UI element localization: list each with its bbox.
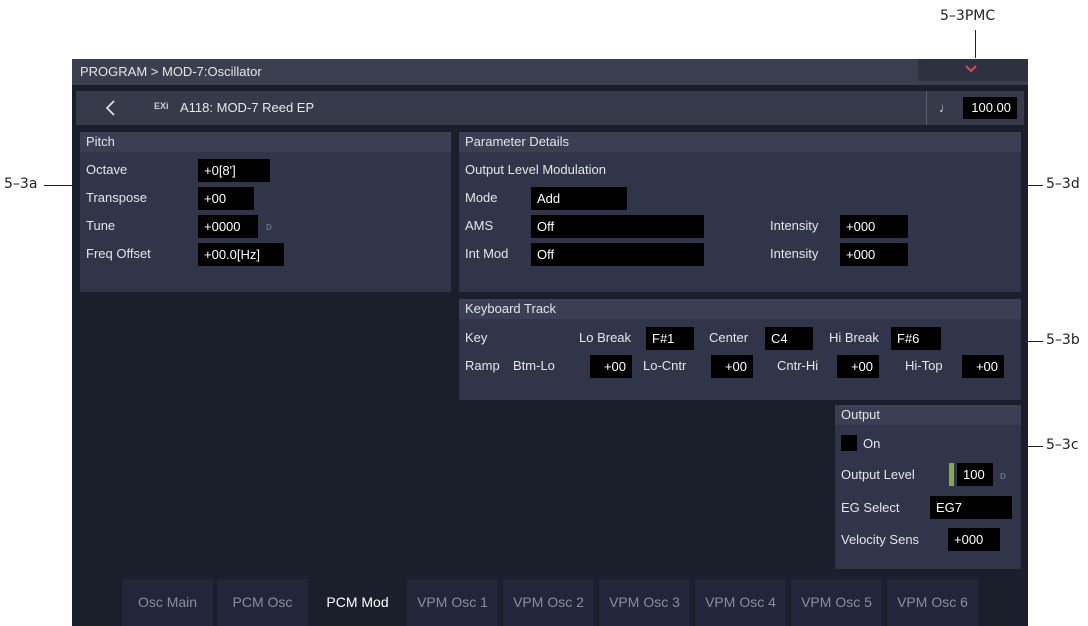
int-mod-intensity-label: Intensity — [770, 246, 819, 261]
octave-value[interactable]: +0[8'] — [198, 159, 270, 182]
eg-select-label: EG Select — [841, 500, 900, 515]
chevron-down-icon — [965, 65, 977, 73]
program-name[interactable]: A118: MOD-7 Reed EP — [180, 100, 314, 115]
mode-label: Mode — [465, 190, 498, 205]
tune-d-marker: D — [266, 223, 272, 232]
int-mod-label: Int Mod — [465, 246, 509, 261]
program-select-bar[interactable]: EXi A118: MOD-7 Reed EP ♩ 100.00 — [76, 91, 1024, 125]
pitch-panel: Pitch Octave +0[8'] Transpose +00 Tune +… — [80, 132, 451, 292]
ams-intensity-value[interactable]: +000 — [840, 215, 908, 238]
btm-lo-value[interactable]: +00 — [590, 355, 632, 378]
pitch-header: Pitch — [80, 132, 451, 152]
center-label: Center — [709, 330, 749, 345]
on-checkbox[interactable] — [841, 435, 857, 451]
lo-cntr-label: Lo-Cntr — [643, 358, 687, 373]
exi-badge: EXi — [154, 101, 169, 111]
callout-5-3pmc: 5–3PMC — [940, 8, 996, 24]
btm-lo-label: Btm-Lo — [513, 358, 555, 373]
cntr-hi-label: Cntr-Hi — [777, 358, 819, 373]
key-label: Key — [465, 330, 488, 345]
ramp-label: Ramp — [465, 358, 500, 373]
page-tabs: Osc Main PCM Osc PCM Mod VPM Osc 1 VPM O… — [72, 579, 1028, 626]
tab-vpm-osc-6[interactable]: VPM Osc 6 — [887, 579, 978, 626]
tab-vpm-osc-2[interactable]: VPM Osc 2 — [503, 579, 594, 626]
tab-pcm-mod[interactable]: PCM Mod — [312, 579, 403, 626]
callout-5-3c: 5–3c — [1046, 437, 1079, 453]
output-level-value[interactable]: 100 — [957, 463, 993, 486]
keyboard-track-panel: Keyboard Track Key Lo Break F#1 Center C… — [459, 299, 1021, 400]
freq-offset-value[interactable]: +00.0[Hz] — [198, 243, 284, 266]
page-menu-button[interactable] — [918, 59, 1028, 81]
ams-intensity-label: Intensity — [770, 218, 819, 233]
tempo-area: ♩ 100.00 — [926, 91, 1025, 125]
ams-label: AMS — [465, 218, 494, 233]
tab-osc-main[interactable]: Osc Main — [122, 579, 213, 626]
center-value[interactable]: C4 — [765, 327, 813, 350]
hi-break-label: Hi Break — [829, 330, 879, 345]
ams-value[interactable]: Off — [531, 215, 704, 238]
tune-label: Tune — [86, 218, 116, 233]
synth-screen: PROGRAM > MOD-7:Oscillator EXi A118: MOD… — [72, 59, 1028, 626]
tab-vpm-osc-4[interactable]: VPM Osc 4 — [695, 579, 786, 626]
mode-value[interactable]: Add — [531, 187, 627, 210]
freq-offset-label: Freq Offset — [86, 246, 151, 261]
output-panel: Output On Output Level 100 D EG Select E… — [835, 405, 1021, 569]
hi-top-label: Hi-Top — [905, 358, 943, 373]
lo-break-value[interactable]: F#1 — [646, 327, 694, 350]
output-level-d-marker: D — [1000, 472, 1006, 481]
keyboard-track-header: Keyboard Track — [459, 299, 1021, 319]
tune-value[interactable]: +0000 — [198, 215, 258, 238]
parameter-details-header: Parameter Details — [459, 132, 1021, 152]
tab-vpm-osc-3[interactable]: VPM Osc 3 — [599, 579, 690, 626]
on-label: On — [863, 436, 881, 451]
output-level-meter — [949, 463, 954, 486]
quarter-note-icon: ♩ — [939, 100, 952, 115]
output-level-modulation-title: Output Level Modulation — [465, 162, 606, 177]
int-mod-value[interactable]: Off — [531, 243, 704, 266]
hi-break-value[interactable]: F#6 — [891, 327, 941, 350]
lo-cntr-value[interactable]: +00 — [711, 355, 753, 378]
back-arrow-icon[interactable] — [104, 99, 118, 117]
cntr-hi-value[interactable]: +00 — [837, 355, 879, 378]
velocity-sens-label: Velocity Sens — [841, 532, 920, 547]
parameter-details-panel: Parameter Details Output Level Modulatio… — [459, 132, 1021, 292]
callout-pmc-leader — [975, 30, 976, 58]
tab-pcm-osc[interactable]: PCM Osc — [217, 579, 308, 626]
octave-label: Octave — [86, 162, 128, 177]
tab-vpm-osc-1[interactable]: VPM Osc 1 — [407, 579, 498, 626]
tab-vpm-osc-5[interactable]: VPM Osc 5 — [791, 579, 882, 626]
callout-5-3d: 5–3d — [1046, 176, 1080, 192]
page-title: PROGRAM > MOD-7:Oscillator — [80, 64, 262, 79]
output-header: Output — [835, 405, 1021, 425]
lo-break-label: Lo Break — [579, 330, 632, 345]
transpose-value[interactable]: +00 — [198, 187, 254, 210]
tempo-value[interactable]: 100.00 — [963, 97, 1017, 119]
velocity-sens-value[interactable]: +000 — [948, 528, 1000, 551]
eg-select-value[interactable]: EG7 — [930, 496, 1012, 519]
title-bar: PROGRAM > MOD-7:Oscillator — [72, 59, 1028, 85]
output-level-label: Output Level — [841, 467, 915, 482]
callout-5-3a: 5–3a — [4, 176, 38, 192]
transpose-label: Transpose — [86, 190, 147, 205]
callout-5-3b: 5–3b — [1046, 332, 1080, 348]
int-mod-intensity-value[interactable]: +000 — [840, 243, 908, 266]
hi-top-value[interactable]: +00 — [962, 355, 1004, 378]
